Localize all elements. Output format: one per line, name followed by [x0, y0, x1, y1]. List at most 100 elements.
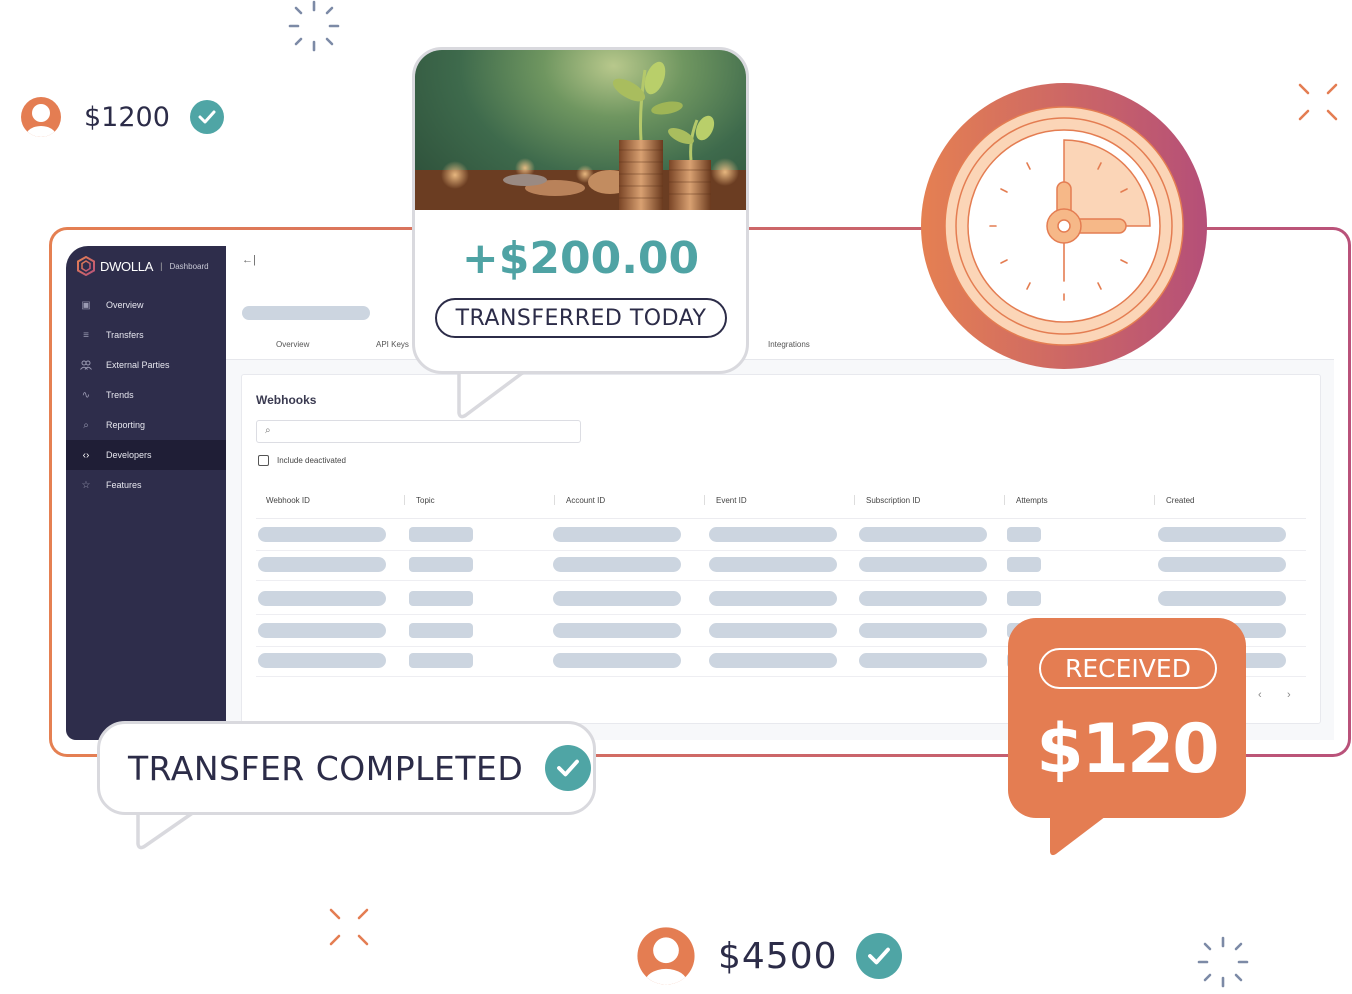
coins-plant-photo: [415, 50, 746, 210]
user-avatar-icon: [637, 927, 695, 985]
cell-skeleton: [1158, 557, 1286, 572]
balance-row: $4500: [636, 926, 902, 986]
cell-skeleton: [1158, 591, 1286, 606]
clock-icon: [921, 83, 1207, 369]
cell-skeleton: [709, 557, 837, 572]
sidebar-item-label: Transfers: [106, 330, 144, 340]
column-divider: [1004, 495, 1005, 505]
collapse-sidebar-icon[interactable]: ←|: [242, 254, 256, 266]
column-header[interactable]: Webhook ID: [266, 496, 310, 505]
sidebar-item-overview[interactable]: ▣ Overview: [66, 290, 226, 320]
column-divider: [704, 495, 705, 505]
column-divider: [1154, 495, 1155, 505]
cell-skeleton: [409, 591, 473, 606]
include-deactivated-checkbox[interactable]: Include deactivated: [258, 455, 346, 466]
pager-prev-button[interactable]: ‹: [1258, 689, 1262, 701]
column-header[interactable]: Attempts: [1016, 496, 1048, 505]
column-header[interactable]: Topic: [416, 496, 435, 505]
sidebar-nav: ▣ Overview ≡ Transfers External Parties …: [66, 290, 226, 500]
table-row[interactable]: [256, 549, 1306, 581]
sidebar-item-label: Reporting: [106, 420, 146, 430]
tab-api-keys[interactable]: API Keys: [376, 340, 409, 349]
cell-skeleton: [553, 653, 681, 668]
column-header[interactable]: Account ID: [566, 496, 605, 505]
sidebar-item-reporting[interactable]: ⌕ Reporting: [66, 410, 226, 440]
sidebar-item-label: Overview: [106, 300, 144, 310]
cell-skeleton: [1158, 527, 1286, 542]
table-row[interactable]: [256, 583, 1306, 615]
bubble-tail: [457, 365, 527, 419]
cell-skeleton: [709, 591, 837, 606]
balance-row: $1200: [20, 96, 224, 138]
pager-next-button[interactable]: ›: [1287, 689, 1291, 701]
cell-skeleton: [859, 591, 987, 606]
cell-skeleton: [1007, 557, 1041, 572]
sparkle-icon: [288, 0, 340, 52]
cell-skeleton: [409, 527, 473, 542]
cell-skeleton: [859, 623, 987, 638]
cell-skeleton: [409, 557, 473, 572]
sidebar-item-features[interactable]: ☆ Features: [66, 470, 226, 500]
sidebar: DWOLLA | Dashboard ▣ Overview ≡ Transfer…: [66, 246, 226, 740]
transfer-completed-label: TRANSFER COMPLETED: [128, 748, 524, 788]
checkbox-label: Include deactivated: [277, 456, 346, 465]
check-circle-icon: [545, 745, 592, 791]
transfer-completed-bubble: TRANSFER COMPLETED: [97, 721, 596, 815]
star-icon: ☆: [81, 479, 91, 491]
users-icon: [66, 360, 106, 370]
tab-overview[interactable]: Overview: [276, 340, 309, 349]
transferred-today-card: +$200.00 TRANSFERRED TODAY: [412, 47, 749, 374]
cell-skeleton: [553, 623, 681, 638]
cell-skeleton: [258, 623, 386, 638]
burst-icon: [329, 908, 369, 946]
cell-skeleton: [1007, 591, 1041, 606]
tab-integrations[interactable]: Integrations: [768, 340, 810, 349]
cell-skeleton: [709, 653, 837, 668]
sidebar-item-label: Trends: [106, 390, 134, 400]
cell-skeleton: [409, 653, 473, 668]
column-header[interactable]: Subscription ID: [866, 496, 920, 505]
list-icon: ≡: [83, 329, 89, 341]
column-header[interactable]: Created: [1166, 496, 1194, 505]
cell-skeleton: [258, 557, 386, 572]
cell-skeleton: [709, 623, 837, 638]
card-title: Webhooks: [256, 393, 317, 407]
trends-icon: ∿: [81, 389, 91, 401]
user-avatar-icon: [21, 97, 61, 137]
reporting-icon: ⌕: [83, 419, 89, 431]
column-header[interactable]: Event ID: [716, 496, 747, 505]
sidebar-item-trends[interactable]: ∿ Trends: [66, 380, 226, 410]
balance-amount: $4500: [718, 935, 838, 977]
sparkle-icon: [1197, 936, 1249, 988]
sidebar-item-label: External Parties: [106, 360, 170, 370]
sidebar-item-developers[interactable]: ‹› Developers: [66, 440, 226, 470]
sidebar-item-transfers[interactable]: ≡ Transfers: [66, 320, 226, 350]
brand-separator: |: [160, 261, 163, 271]
received-label: RECEIVED: [1039, 648, 1217, 689]
sidebar-item-label: Developers: [106, 450, 152, 460]
brand-logo: DWOLLA | Dashboard: [76, 256, 209, 276]
brand-subtitle: Dashboard: [169, 261, 209, 271]
burst-icon: [1298, 83, 1338, 121]
cell-skeleton: [553, 527, 681, 542]
table-row[interactable]: [256, 519, 1306, 551]
cell-skeleton: [1007, 527, 1041, 542]
cell-skeleton: [859, 653, 987, 668]
cell-skeleton: [859, 557, 987, 572]
cell-skeleton: [258, 527, 386, 542]
cell-skeleton: [553, 591, 681, 606]
cell-skeleton: [553, 557, 681, 572]
code-icon: ‹›: [82, 449, 90, 461]
column-divider: [854, 495, 855, 505]
cell-skeleton: [859, 527, 987, 542]
cell-skeleton: [409, 623, 473, 638]
transfer-amount: +$200.00: [461, 233, 700, 284]
overview-icon: ▣: [81, 299, 91, 311]
balance-amount: $1200: [84, 101, 170, 133]
column-divider: [404, 495, 405, 505]
received-amount: $120: [1036, 710, 1219, 789]
brand-name: DWOLLA: [100, 258, 154, 274]
check-circle-icon: [855, 933, 902, 979]
sidebar-item-external-parties[interactable]: External Parties: [66, 350, 226, 380]
checkbox-box[interactable]: [258, 455, 269, 466]
